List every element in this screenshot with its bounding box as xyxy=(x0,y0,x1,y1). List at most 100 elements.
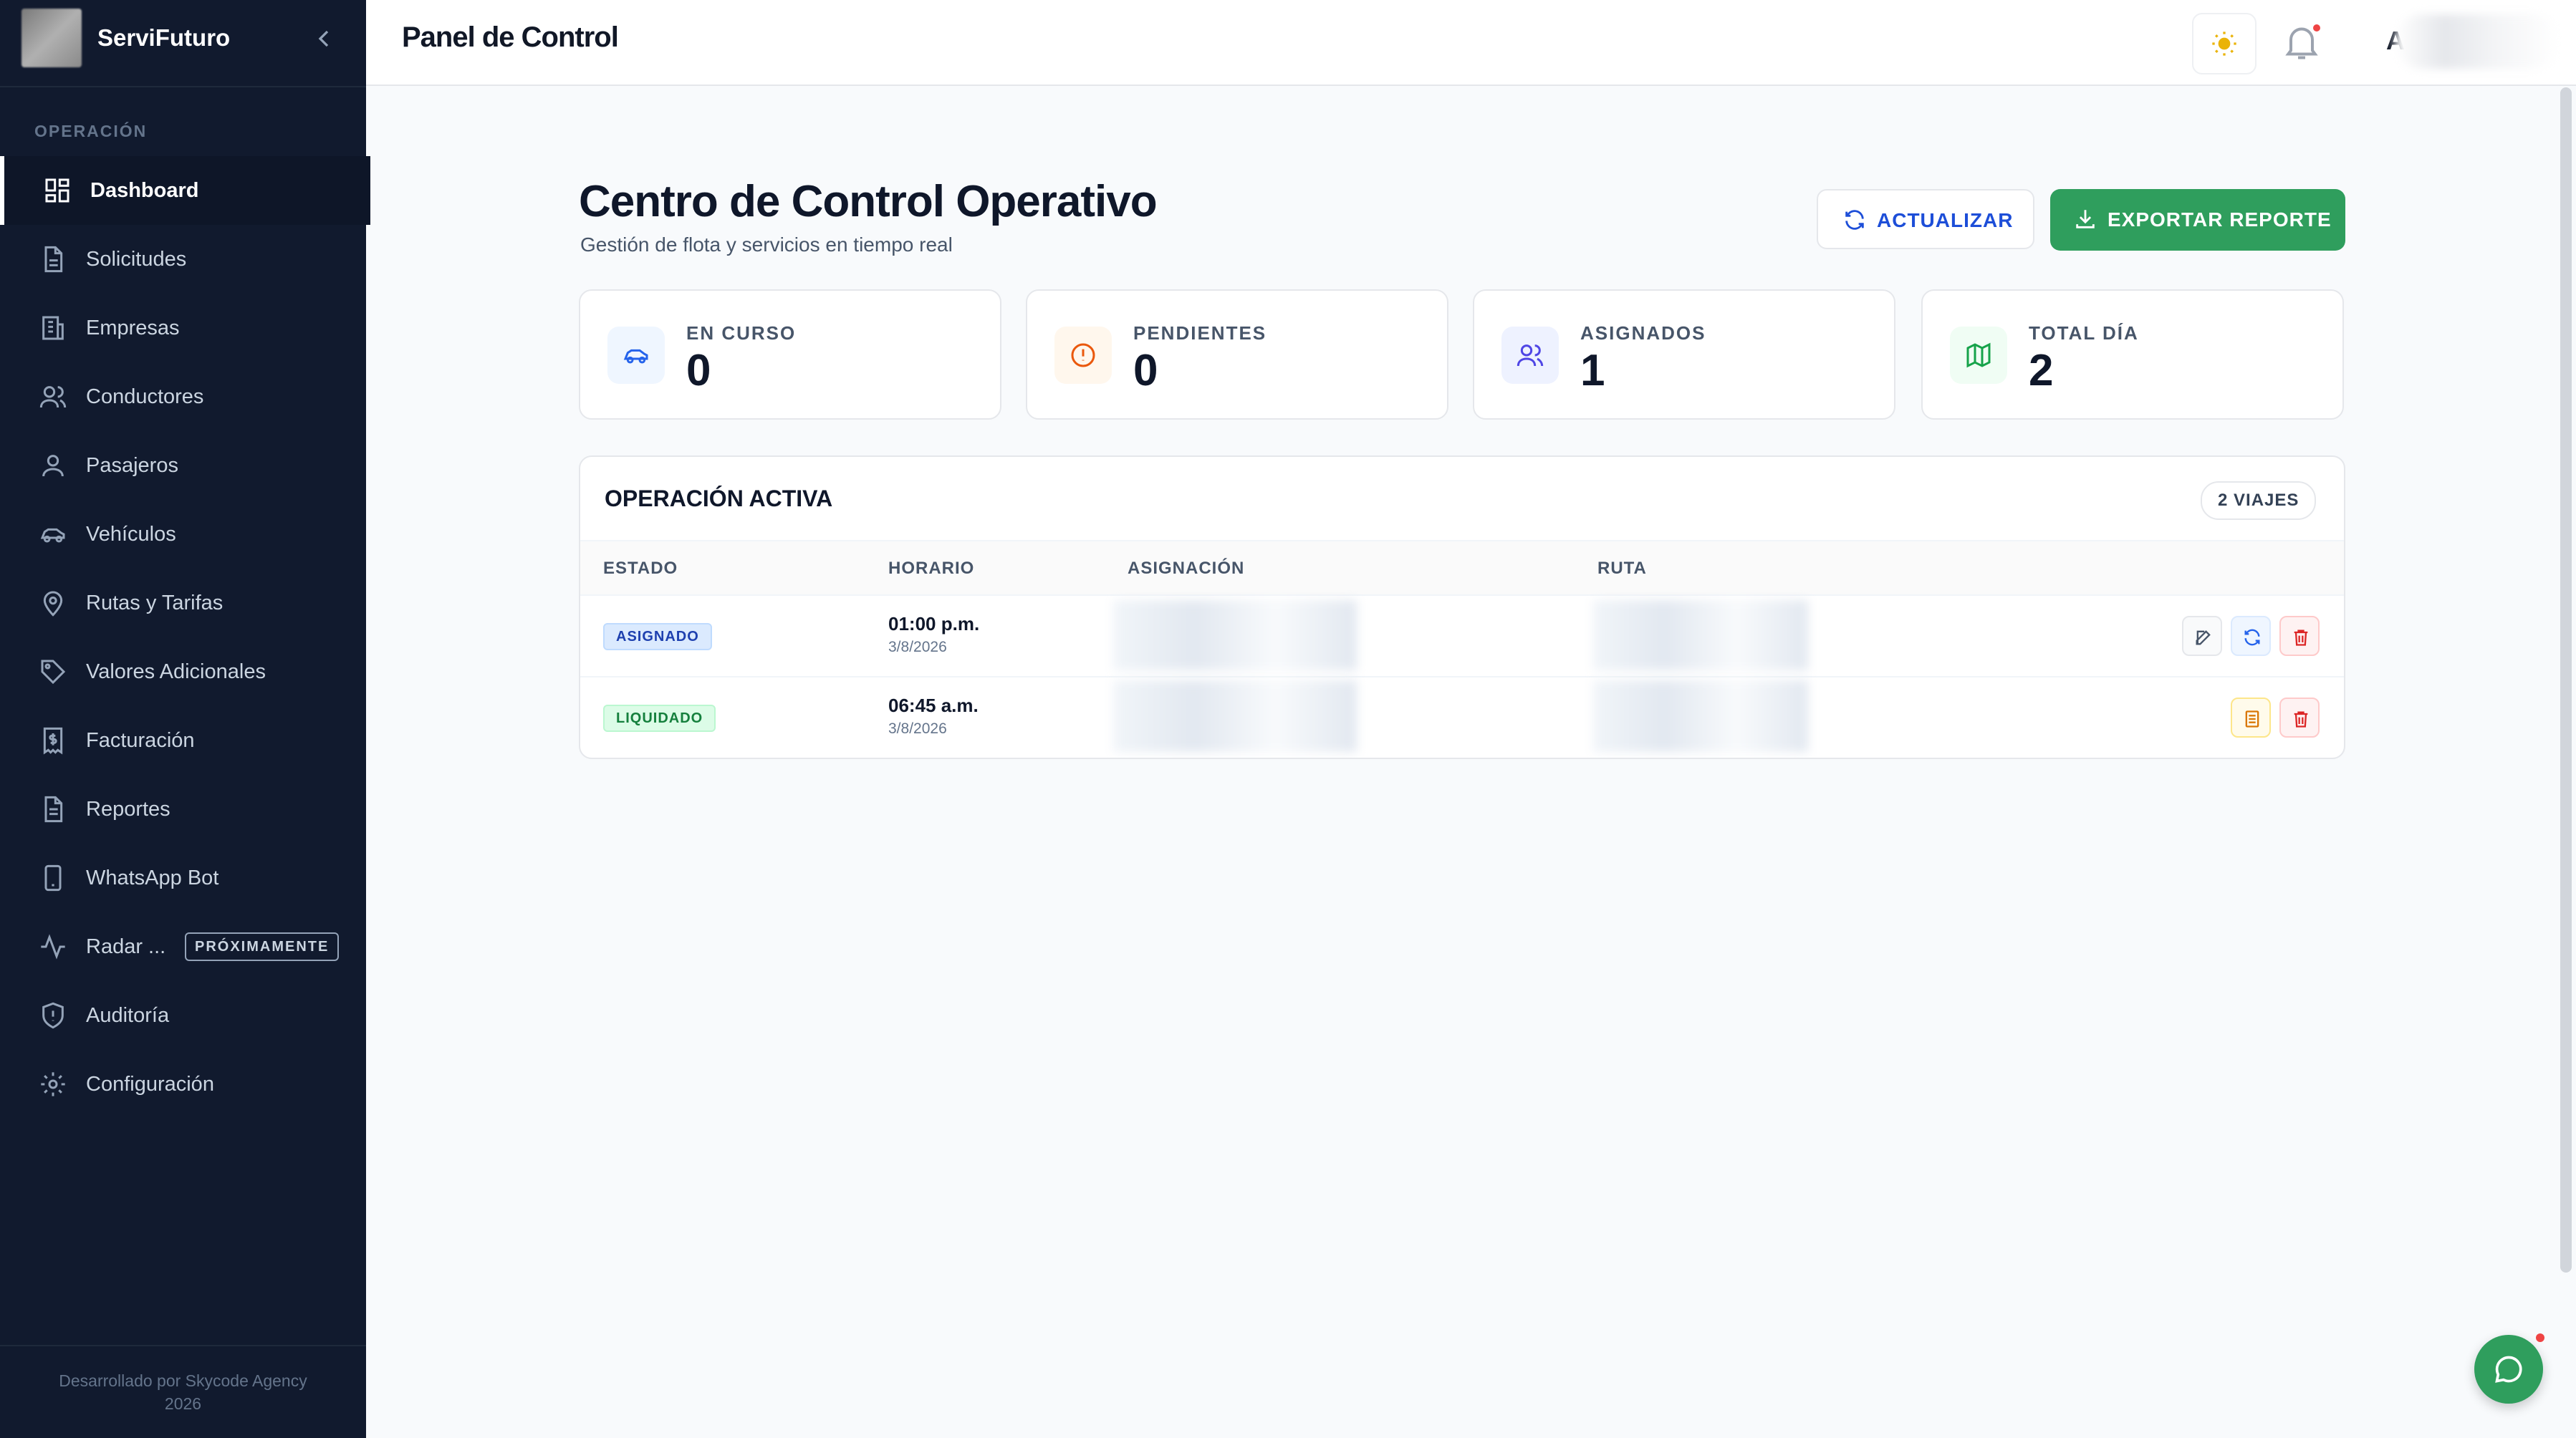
sidebar-item-label: Auditoría xyxy=(86,1004,170,1027)
footer-year: 2026 xyxy=(164,1394,202,1413)
route-redacted xyxy=(1593,600,1808,670)
activity-icon xyxy=(41,934,65,960)
sidebar-item-label: Empresas xyxy=(86,317,180,339)
sidebar-item-solicitudes[interactable]: Solicitudes xyxy=(0,225,366,294)
trash-icon xyxy=(2294,711,2308,728)
stat-card-en-curso: EN CURSO 0 xyxy=(579,289,1001,420)
notification-dot xyxy=(2313,24,2320,32)
users-icon xyxy=(1501,327,1559,384)
chat-button[interactable] xyxy=(2474,1335,2543,1404)
sidebar-item-label: Conductores xyxy=(86,385,204,408)
download-icon xyxy=(2076,210,2095,228)
smartphone-icon xyxy=(44,864,62,892)
assignment-redacted xyxy=(1113,600,1357,670)
edit-button[interactable] xyxy=(2182,616,2222,656)
export-report-button[interactable]: EXPORTAR REPORTE xyxy=(2050,189,2345,251)
car-icon xyxy=(40,528,65,543)
stat-label: PENDIENTES xyxy=(1133,322,1267,344)
receipt-icon xyxy=(2245,710,2259,728)
sidebar-item-radar[interactable]: Radar ... PRÓXIMAMENTE xyxy=(0,912,366,981)
reassign-button[interactable] xyxy=(2231,616,2271,656)
trip-time: 06:45 a.m. xyxy=(888,695,979,716)
sidebar-item-rutas[interactable]: Rutas y Tarifas xyxy=(0,569,366,637)
status-badge: ASIGNADO xyxy=(603,623,712,650)
column-header: ASIGNACIÓN xyxy=(1128,559,1245,578)
table-header: ESTADO HORARIO ASIGNACIÓN RUTA xyxy=(580,540,2344,596)
building-icon xyxy=(42,316,64,340)
sidebar-item-label: Dashboard xyxy=(90,179,199,202)
sidebar-item-valores[interactable]: Valores Adicionales xyxy=(0,637,366,706)
theme-toggle-button[interactable] xyxy=(2192,13,2257,74)
sidebar-item-vehiculos[interactable]: Vehículos xyxy=(0,500,366,569)
stat-value: 2 xyxy=(2029,346,2054,395)
sidebar-item-label: Configuración xyxy=(86,1073,214,1096)
collapse-sidebar-icon[interactable] xyxy=(309,24,338,53)
table-row[interactable]: LIQUIDADO 06:45 a.m. 3/8/2026 xyxy=(580,676,2344,758)
stat-value: 0 xyxy=(1133,346,1158,395)
sidebar-item-whatsapp[interactable]: WhatsApp Bot xyxy=(0,844,366,912)
sidebar-item-dashboard[interactable]: Dashboard xyxy=(0,156,370,225)
coming-soon-badge: PRÓXIMAMENTE xyxy=(185,932,340,961)
sidebar-item-configuracion[interactable]: Configuración xyxy=(0,1050,366,1119)
column-header: ESTADO xyxy=(603,559,678,578)
trip-date: 3/8/2026 xyxy=(888,639,947,655)
invoice-button[interactable] xyxy=(2231,698,2271,738)
trip-count-badge: 2 VIAJES xyxy=(2201,481,2317,520)
footer-credit: Desarrollado por Skycode Agency xyxy=(59,1371,307,1390)
trash-icon xyxy=(2294,629,2308,646)
user-menu[interactable]: A xyxy=(2366,14,2560,69)
brand-logo xyxy=(21,9,82,67)
delete-button[interactable] xyxy=(2279,698,2320,738)
sidebar: ServiFuturo OPERACIÓN Dashboard Solicitu… xyxy=(0,0,370,1438)
sidebar-item-reportes[interactable]: Reportes xyxy=(0,775,366,844)
users-icon xyxy=(39,386,67,408)
dashboard-title: Centro de Control Operativo xyxy=(579,177,1158,226)
sidebar-item-label: Pasajeros xyxy=(86,454,178,477)
column-header: RUTA xyxy=(1597,559,1647,578)
user-name-redacted xyxy=(2395,14,2560,69)
route-redacted xyxy=(1593,680,1808,752)
sidebar-item-label: Vehículos xyxy=(86,523,176,546)
trip-date: 3/8/2026 xyxy=(888,720,947,737)
stat-label: ASIGNADOS xyxy=(1580,322,1706,344)
sidebar-item-label: Reportes xyxy=(86,798,170,821)
table-row[interactable]: ASIGNADO 01:00 p.m. 3/8/2026 xyxy=(580,594,2344,677)
sidebar-item-pasajeros[interactable]: Pasajeros xyxy=(0,431,366,500)
file-text-icon xyxy=(44,796,63,823)
sidebar-item-label: Valores Adicionales xyxy=(86,660,266,683)
refresh-label: ACTUALIZAR xyxy=(1877,209,2014,231)
topbar: Panel de Control A xyxy=(366,0,2576,86)
sidebar-footer: Desarrollado por Skycode Agency 2026 xyxy=(0,1345,366,1438)
active-operation-panel: OPERACIÓN ACTIVA 2 VIAJES ESTADO HORARIO… xyxy=(579,455,2345,759)
stat-card-total-dia: TOTAL DÍA 2 xyxy=(1921,289,2344,420)
sidebar-item-conductores[interactable]: Conductores xyxy=(0,362,366,431)
brand-header: ServiFuturo xyxy=(0,0,366,87)
trip-time: 01:00 p.m. xyxy=(888,613,980,634)
stat-value: 0 xyxy=(686,346,711,395)
chat-notification-dot xyxy=(2536,1333,2544,1342)
stat-card-pendientes: PENDIENTES 0 xyxy=(1026,289,1448,420)
sidebar-item-label: Radar ... xyxy=(86,935,166,958)
dashboard-icon xyxy=(45,178,69,203)
sidebar-item-label: Rutas y Tarifas xyxy=(86,592,224,614)
gear-icon xyxy=(41,1072,65,1096)
page-scrollbar[interactable] xyxy=(2560,87,2572,1273)
shield-icon xyxy=(42,1002,64,1029)
sidebar-section-label: OPERACIÓN xyxy=(34,122,148,140)
dashboard-subtitle: Gestión de flota y servicios en tiempo r… xyxy=(580,233,953,256)
delete-button[interactable] xyxy=(2279,616,2320,656)
chat-bubble-icon xyxy=(2495,1356,2522,1383)
refresh-button[interactable]: ACTUALIZAR xyxy=(1817,189,2034,249)
map-icon xyxy=(1950,327,2007,384)
stat-value: 1 xyxy=(1580,346,1605,395)
status-badge: LIQUIDADO xyxy=(603,705,716,732)
sidebar-item-empresas[interactable]: Empresas xyxy=(0,294,366,362)
sidebar-item-label: Facturación xyxy=(86,729,195,752)
sun-icon xyxy=(2212,32,2236,56)
sidebar-item-auditoria[interactable]: Auditoría xyxy=(0,981,366,1050)
refresh-icon xyxy=(1845,210,1864,230)
sidebar-item-facturacion[interactable]: Facturación xyxy=(0,706,366,775)
brand-name: ServiFuturo xyxy=(97,24,231,51)
edit-icon xyxy=(2196,630,2211,645)
refresh-icon xyxy=(2244,629,2260,646)
